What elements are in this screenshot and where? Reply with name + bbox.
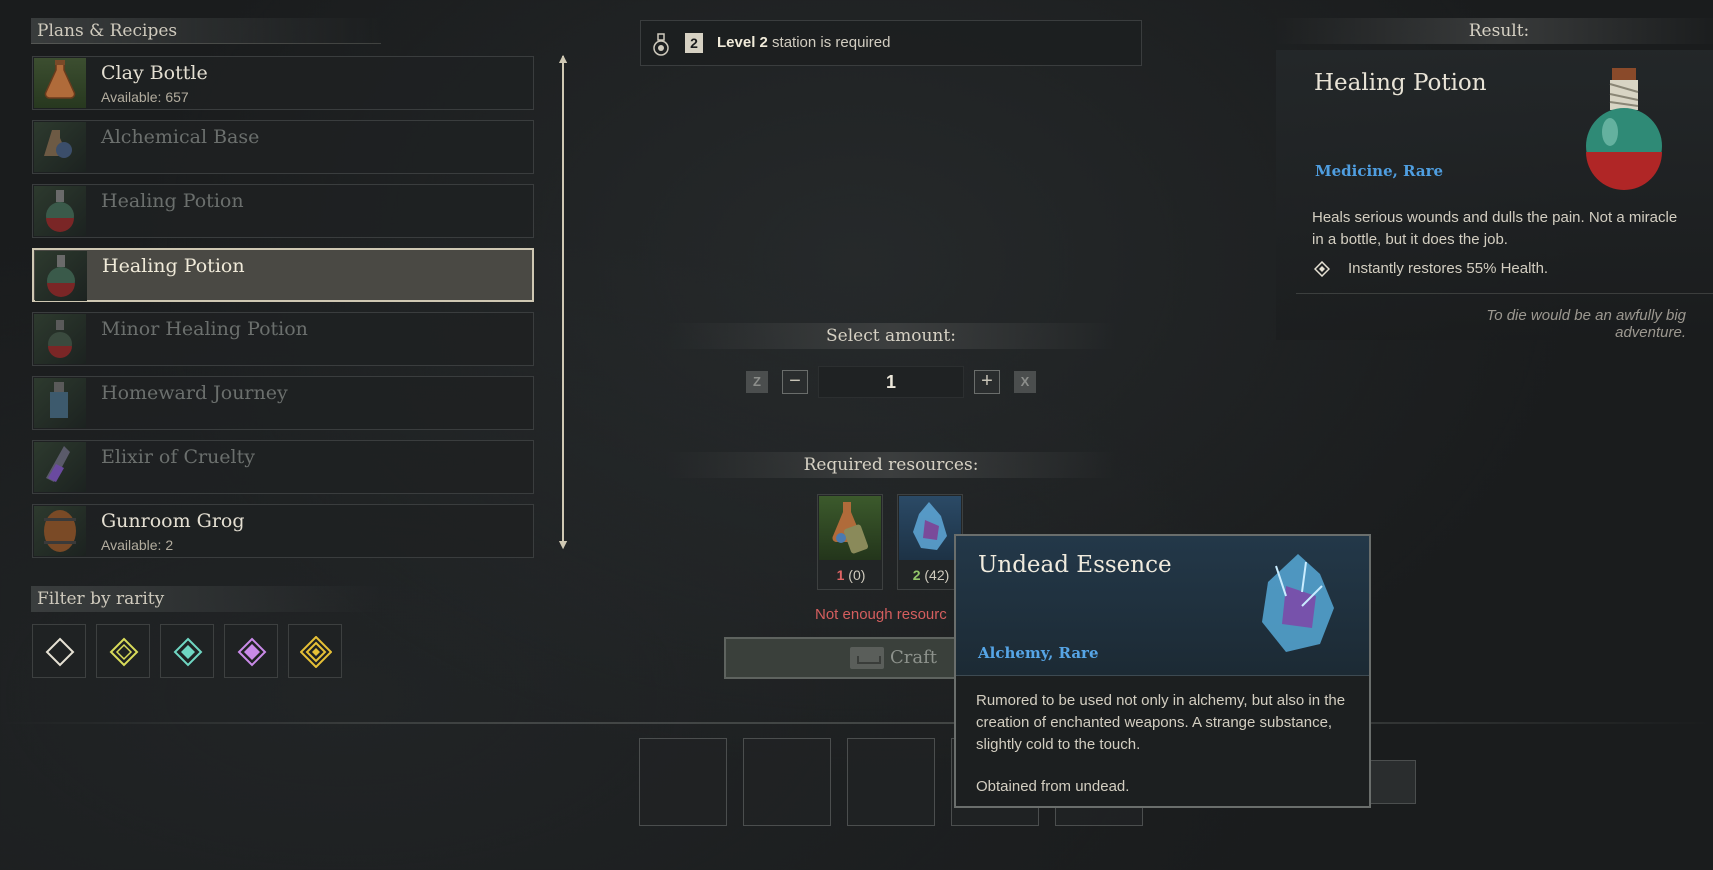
result-description: Heals serious wounds and dulls the pain.… <box>1312 209 1678 248</box>
clay-bottle-icon <box>34 58 86 108</box>
output-slot[interactable] <box>1370 760 1416 804</box>
diamond-icon <box>237 637 267 667</box>
elixir-of-cruelty-icon <box>34 442 86 492</box>
healing-potion-icon <box>1576 62 1672 197</box>
increase-button[interactable]: + <box>974 370 1000 394</box>
result-category: Medicine, Rare <box>1315 162 1444 180</box>
recipe-name: Healing Potion <box>102 255 245 277</box>
recipe-name: Healing Potion <box>101 190 244 212</box>
station-text: Level 2 station is required <box>717 34 891 51</box>
recipe-name: Gunroom Grog <box>101 510 245 532</box>
decrease-button[interactable]: − <box>782 370 808 394</box>
healing-potion-icon <box>35 251 87 301</box>
output-slot[interactable] <box>743 738 831 826</box>
rarity-filter-uncommon[interactable] <box>96 624 150 678</box>
recipe-name: Alchemical Base <box>101 126 260 148</box>
recipe-name: Homeward Journey <box>101 382 288 404</box>
tooltip-source: Obtained from undead. <box>976 778 1130 795</box>
station-level-badge: 2 <box>685 33 703 53</box>
homeward-journey-icon <box>34 378 86 428</box>
alchemical-base-icon <box>34 122 86 172</box>
result-quote: To die would be an awfully big adventure… <box>1486 307 1686 341</box>
recipe-item-homeward-journey[interactable]: Homeward Journey <box>32 376 534 430</box>
scroll-down-icon[interactable]: ▼ <box>555 537 571 551</box>
result-header: Result: <box>1274 18 1713 44</box>
key-hint-x: X <box>1014 371 1036 393</box>
rarity-filter-legendary[interactable] <box>288 624 342 678</box>
recipe-available: Available: 2 <box>101 537 174 553</box>
diamond-icon <box>45 637 75 667</box>
flask-icon <box>653 33 669 56</box>
resource-slot-clay-bottle[interactable]: 1 (0) <box>817 494 883 590</box>
result-separator <box>1296 293 1713 294</box>
select-amount-title: Select amount: <box>666 323 1116 349</box>
diamond-icon <box>109 637 139 667</box>
required-resources-title: Required resources: <box>666 452 1116 478</box>
recipe-item-gunroom-grog[interactable]: Gunroom Grog Available: 2 <box>32 504 534 558</box>
station-requirement: 2 Level 2 station is required <box>640 20 1142 66</box>
recipe-available: Available: 657 <box>101 89 189 105</box>
recipe-scrollbar[interactable] <box>562 56 564 546</box>
amount-field[interactable]: 1 <box>818 366 964 398</box>
rarity-filter-rare[interactable] <box>160 624 214 678</box>
tooltip-description: Rumored to be used not only in alchemy, … <box>976 692 1346 753</box>
craft-button[interactable]: Craft <box>724 637 964 679</box>
recipe-item-healing-potion[interactable]: Healing Potion <box>32 184 534 238</box>
recipe-name: Clay Bottle <box>101 62 208 84</box>
undead-essence-icon <box>899 496 961 560</box>
undead-essence-icon <box>1246 546 1356 671</box>
output-slot[interactable] <box>847 738 935 826</box>
tooltip-title: Undead Essence <box>978 552 1172 578</box>
output-slot[interactable] <box>639 738 727 826</box>
recipe-name: Minor Healing Potion <box>101 318 308 340</box>
recipe-item-clay-bottle[interactable]: Clay Bottle Available: 657 <box>32 56 534 110</box>
resource-count: 1 (0) <box>836 567 866 583</box>
gunroom-grog-icon <box>34 506 86 556</box>
diamond-icon <box>1314 261 1330 277</box>
diamond-icon <box>300 636 332 668</box>
recipe-item-healing-potion-selected[interactable]: Healing Potion <box>32 248 534 302</box>
item-tooltip: Undead Essence Alchemy, Rare Rumored to … <box>954 534 1371 808</box>
recipe-item-elixir-of-cruelty[interactable]: Elixir of Cruelty <box>32 440 534 494</box>
key-hint-z: Z <box>746 371 768 393</box>
recipe-item-minor-healing-potion[interactable]: Minor Healing Potion <box>32 312 534 366</box>
healing-potion-icon <box>34 186 86 236</box>
spacebar-key-icon <box>850 647 884 669</box>
not-enough-resources-warning: Not enough resourc <box>815 606 947 623</box>
tooltip-category: Alchemy, Rare <box>978 644 1099 662</box>
recipe-item-alchemical-base[interactable]: Alchemical Base <box>32 120 534 174</box>
filter-rarity-header: Filter by rarity <box>31 586 381 612</box>
result-title: Healing Potion <box>1314 70 1487 96</box>
rarity-filter-common[interactable] <box>32 624 86 678</box>
diamond-icon <box>173 637 203 667</box>
recipe-name: Elixir of Cruelty <box>101 446 255 468</box>
rarity-filter-epic[interactable] <box>224 624 278 678</box>
amount-selector: Z − 1 + X <box>746 366 1036 398</box>
plans-recipes-header: Plans & Recipes <box>31 18 381 44</box>
minor-healing-potion-icon <box>34 314 86 364</box>
clay-bottle-bundle-icon <box>819 496 881 560</box>
craft-label: Craft <box>890 647 938 668</box>
bottom-divider <box>0 722 1713 724</box>
